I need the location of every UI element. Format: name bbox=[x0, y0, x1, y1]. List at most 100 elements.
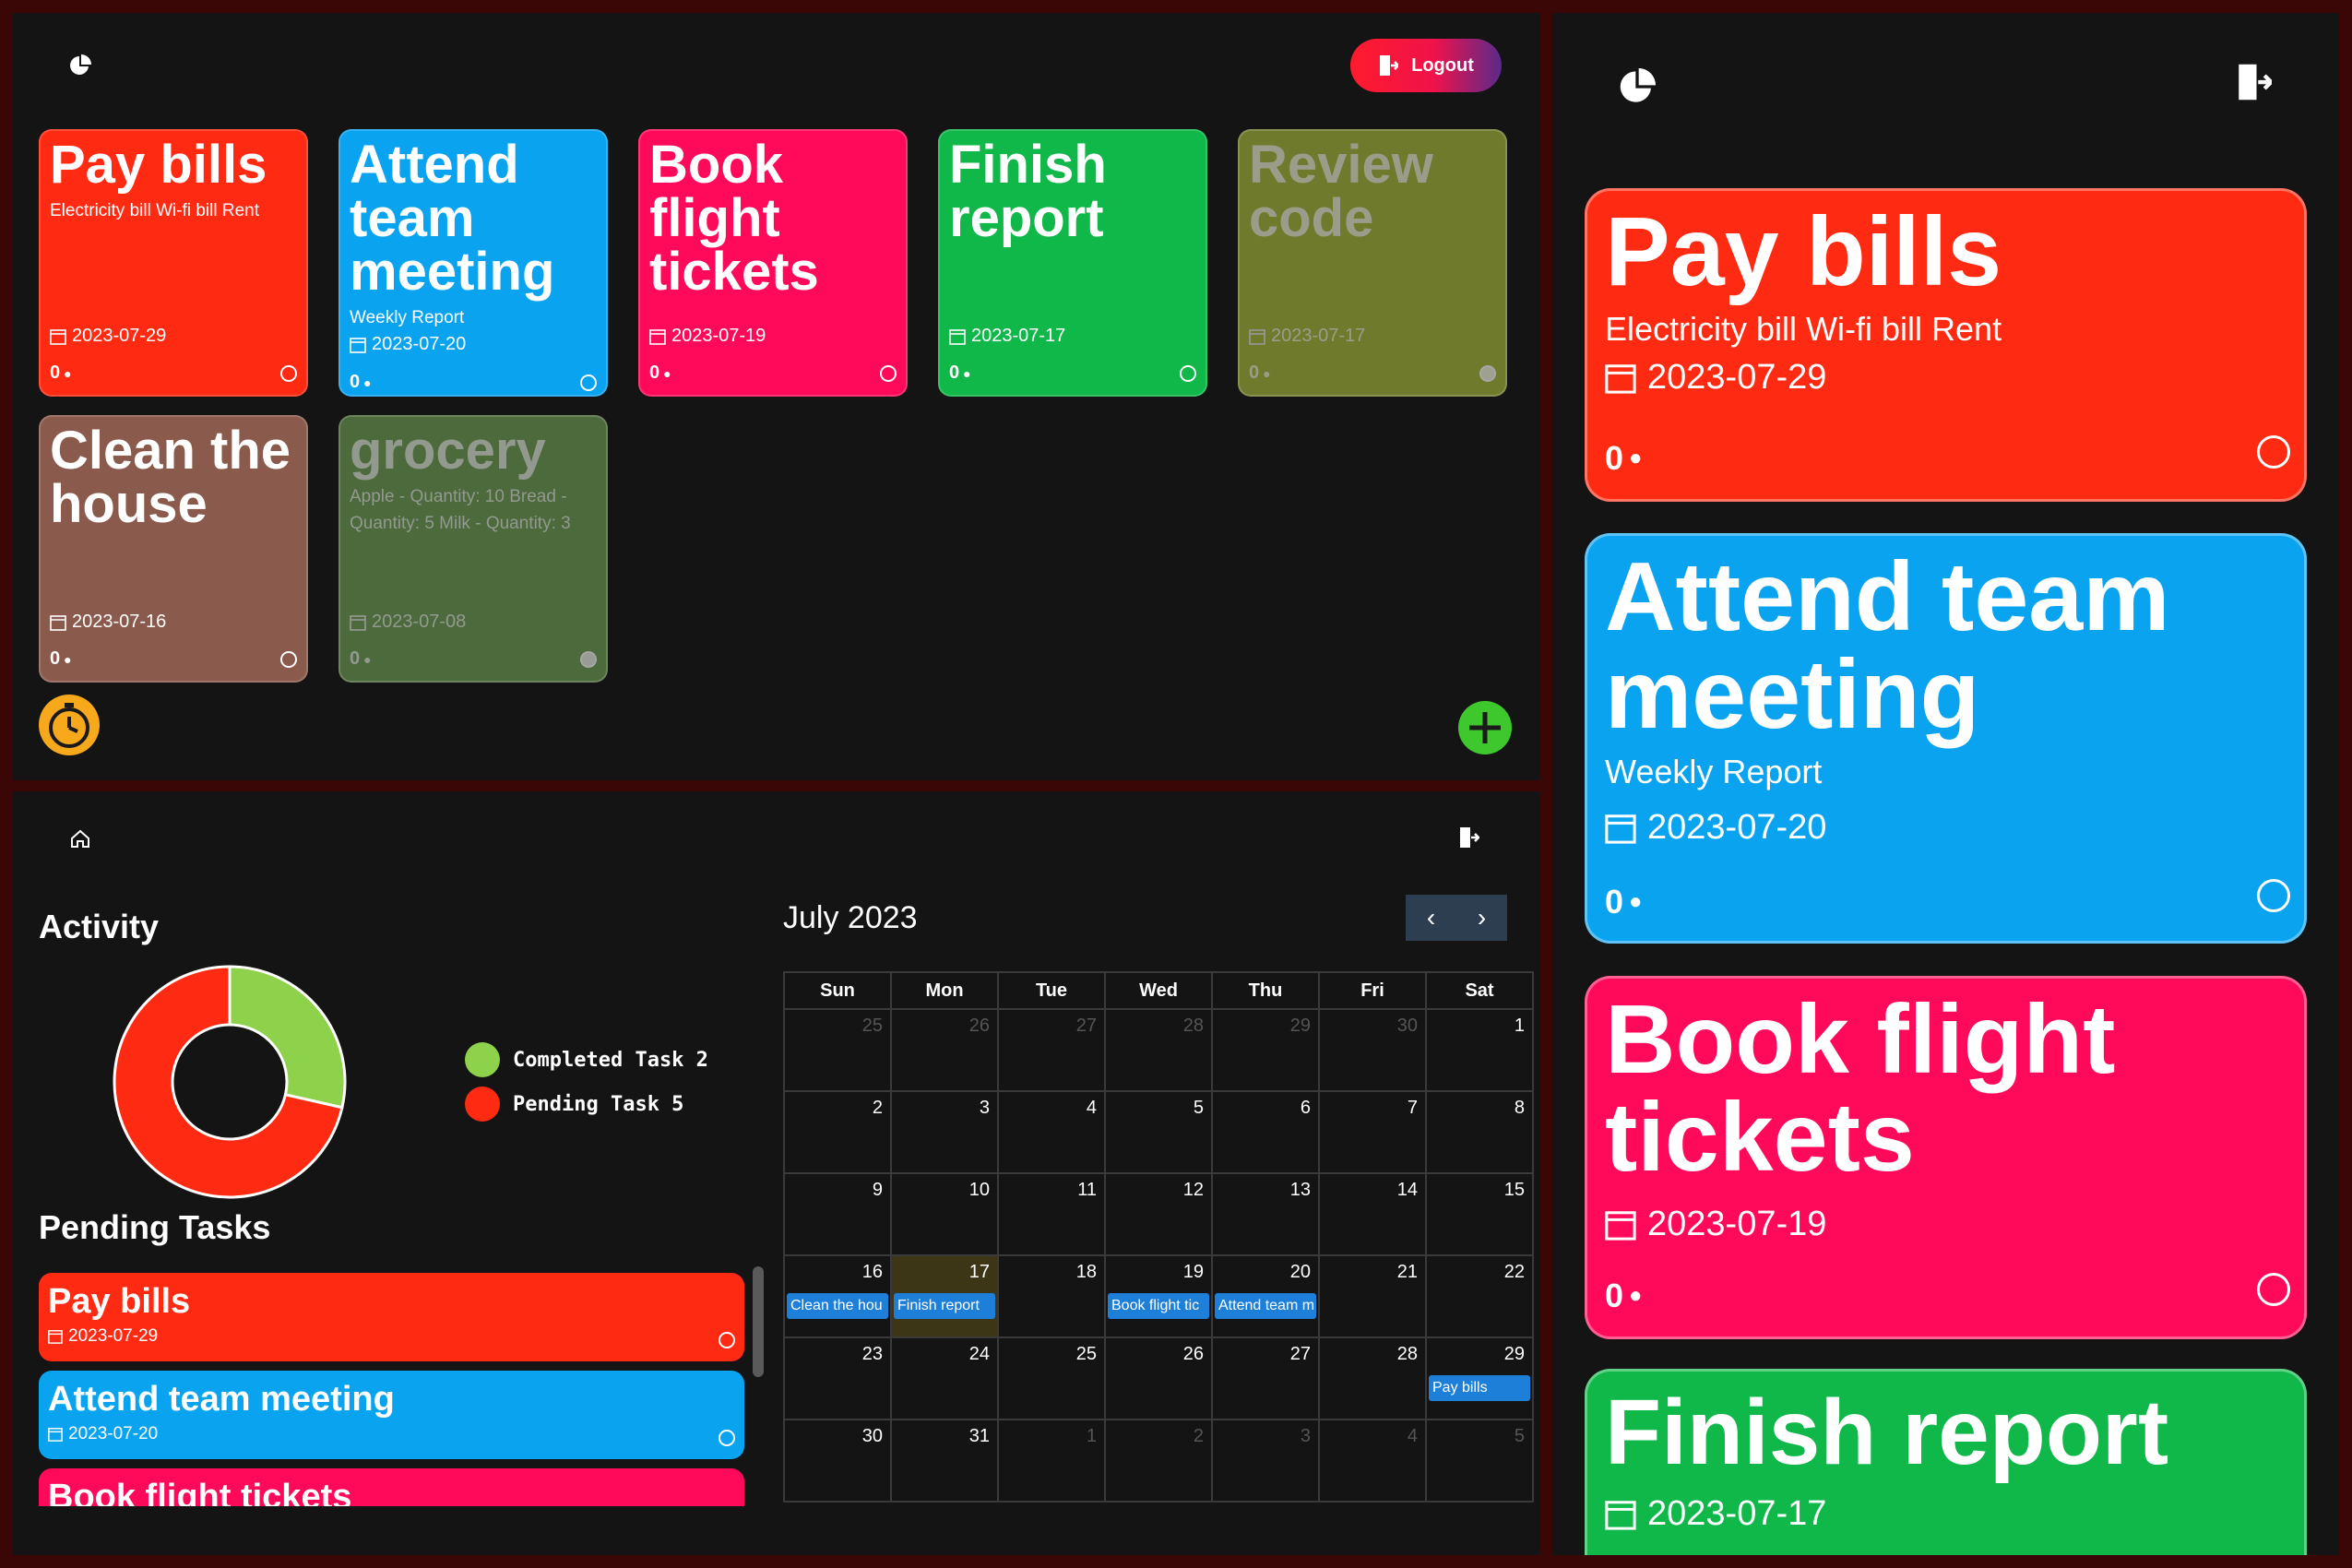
calendar-day-cell[interactable]: 4 bbox=[997, 1090, 1106, 1174]
calendar-day-cell[interactable]: 29 Pay bills bbox=[1425, 1336, 1534, 1420]
complete-checkbox[interactable] bbox=[719, 1332, 735, 1348]
calendar-day-cell[interactable]: 30 bbox=[1318, 1008, 1427, 1092]
calendar-day-cell[interactable]: 14 bbox=[1318, 1172, 1427, 1256]
calendar-day-cell[interactable]: 5 bbox=[1104, 1090, 1213, 1174]
calendar-day-cell[interactable]: 13 bbox=[1211, 1172, 1320, 1256]
calendar-icon bbox=[50, 614, 66, 631]
complete-checkbox[interactable] bbox=[580, 374, 597, 391]
complete-checkbox[interactable] bbox=[2257, 1273, 2290, 1306]
calendar-day-cell[interactable]: 25 bbox=[997, 1336, 1106, 1420]
calendar-day-cell[interactable]: 20 Attend team m bbox=[1211, 1254, 1320, 1338]
day-number: 28 bbox=[1182, 1016, 1204, 1036]
calendar-day-cell[interactable]: 17 Finish report bbox=[890, 1254, 999, 1338]
calendar-day-cell[interactable]: 31 bbox=[890, 1419, 999, 1503]
calendar-day-cell[interactable]: 22 bbox=[1425, 1254, 1534, 1338]
calendar-next-button[interactable]: › bbox=[1456, 895, 1507, 941]
task-card-completed[interactable]: Review code 2023-07-17 0 ● bbox=[1238, 129, 1507, 397]
calendar-day-cell[interactable]: 27 bbox=[997, 1008, 1106, 1092]
add-task-button[interactable] bbox=[1458, 701, 1512, 754]
calendar-event[interactable]: Attend team m bbox=[1215, 1293, 1316, 1319]
logout-label: Logout bbox=[1411, 54, 1474, 76]
calendar-day-cell[interactable]: 18 bbox=[997, 1254, 1106, 1338]
complete-checkbox[interactable] bbox=[719, 1430, 735, 1446]
pending-tasks-title: Pending Tasks bbox=[39, 1208, 271, 1246]
pie-chart-icon[interactable] bbox=[69, 54, 91, 77]
day-number: 27 bbox=[1289, 1344, 1311, 1364]
complete-checkbox[interactable] bbox=[280, 365, 297, 382]
calendar-day-cell[interactable]: 5 bbox=[1425, 1419, 1534, 1503]
calendar-day-cell[interactable]: 28 bbox=[1318, 1336, 1427, 1420]
calendar-event[interactable]: Book flight tic bbox=[1108, 1293, 1209, 1319]
task-card[interactable]: Clean the house 2023-07-16 0 ● bbox=[39, 415, 308, 683]
calendar-day-cell[interactable]: 6 bbox=[1211, 1090, 1320, 1174]
calendar-day-cell[interactable]: 3 bbox=[1211, 1419, 1320, 1503]
task-card[interactable]: Pay bills Electricity bill Wi-fi bill Re… bbox=[39, 129, 308, 397]
calendar-day-cell[interactable]: 2 bbox=[783, 1090, 892, 1174]
complete-checkbox[interactable] bbox=[1479, 365, 1496, 382]
calendar-icon bbox=[1605, 1500, 1636, 1530]
task-description: Weekly Report bbox=[350, 308, 465, 327]
task-card[interactable]: Finish report 2023-07-17 0 ● bbox=[938, 129, 1207, 397]
calendar-day-cell[interactable]: 27 bbox=[1211, 1336, 1320, 1420]
calendar-prev-button[interactable]: ‹ bbox=[1406, 895, 1456, 941]
task-card-large[interactable]: Book flight tickets 2023-07-19 0 ● bbox=[1585, 976, 2307, 1339]
task-date: 2023-07-29 bbox=[1605, 358, 2287, 398]
mobile-panel: Pay bills Electricity bill Wi-fi bill Re… bbox=[1552, 13, 2339, 1555]
task-card-completed[interactable]: grocery Apple - Quantity: 10 Bread - Qua… bbox=[339, 415, 608, 683]
logout-button[interactable]: Logout bbox=[1350, 39, 1502, 92]
calendar-day-cell[interactable]: 10 bbox=[890, 1172, 999, 1256]
calendar-day-cell[interactable]: 9 bbox=[783, 1172, 892, 1256]
complete-checkbox[interactable] bbox=[2257, 435, 2290, 469]
calendar-day-cell[interactable]: 3 bbox=[890, 1090, 999, 1174]
complete-checkbox[interactable] bbox=[580, 651, 597, 668]
home-icon[interactable] bbox=[70, 828, 90, 849]
calendar-day-cell[interactable]: 26 bbox=[890, 1008, 999, 1092]
calendar-day-cell[interactable]: 15 bbox=[1425, 1172, 1534, 1256]
day-number: 25 bbox=[861, 1016, 883, 1036]
calendar-day-cell[interactable]: 19 Book flight tic bbox=[1104, 1254, 1213, 1338]
logout-door-icon[interactable] bbox=[2235, 63, 2272, 101]
calendar-day-cell[interactable]: 25 bbox=[783, 1008, 892, 1092]
calendar-event[interactable]: Clean the hou bbox=[787, 1293, 888, 1319]
calendar-day-cell[interactable]: 11 bbox=[997, 1172, 1106, 1256]
calendar-day-cell[interactable]: 12 bbox=[1104, 1172, 1213, 1256]
complete-checkbox[interactable] bbox=[2257, 879, 2290, 912]
task-card-large[interactable]: Pay bills Electricity bill Wi-fi bill Re… bbox=[1585, 188, 2307, 502]
complete-checkbox[interactable] bbox=[880, 365, 897, 382]
calendar-day-cell[interactable]: 21 bbox=[1318, 1254, 1427, 1338]
pending-task-item[interactable]: Pay bills 2023-07-29 bbox=[39, 1273, 744, 1361]
calendar-day-cell[interactable]: 23 bbox=[783, 1336, 892, 1420]
calendar-day-cell[interactable]: 28 bbox=[1104, 1008, 1213, 1092]
calendar-icon bbox=[1249, 328, 1265, 345]
calendar-day-cell[interactable]: 16 Clean the hou bbox=[783, 1254, 892, 1338]
pending-task-item[interactable]: Book flight tickets bbox=[39, 1468, 744, 1506]
task-card[interactable]: Book flight tickets 2023-07-19 0 ● bbox=[638, 129, 908, 397]
calendar-day-cell[interactable]: 29 bbox=[1211, 1008, 1320, 1092]
calendar-day-cell[interactable]: 1 bbox=[997, 1419, 1106, 1503]
calendar-day-cell[interactable]: 1 bbox=[1425, 1008, 1534, 1092]
task-description: Electricity bill Wi-fi bill Rent bbox=[1605, 310, 2002, 348]
task-card-large[interactable]: Finish report 2023-07-17 bbox=[1585, 1369, 2307, 1555]
pending-list-scrollbar[interactable] bbox=[753, 1266, 764, 1377]
complete-checkbox[interactable] bbox=[280, 651, 297, 668]
task-card-large[interactable]: Attend team meeting Weekly Report 2023-0… bbox=[1585, 533, 2307, 944]
calendar-day-cell[interactable]: 2 bbox=[1104, 1419, 1213, 1503]
logout-door-icon[interactable] bbox=[1457, 826, 1479, 849]
calendar-event[interactable]: Pay bills bbox=[1429, 1375, 1530, 1401]
pending-task-item[interactable]: Attend team meeting 2023-07-20 bbox=[39, 1371, 744, 1459]
calendar-event[interactable]: Finish report bbox=[894, 1293, 995, 1319]
task-count: 0 ● bbox=[350, 648, 372, 669]
calendar-day-cell[interactable]: 26 bbox=[1104, 1336, 1213, 1420]
stopwatch-button[interactable] bbox=[39, 695, 100, 755]
calendar-day-cell[interactable]: 7 bbox=[1318, 1090, 1427, 1174]
calendar-icon bbox=[1605, 363, 1636, 394]
calendar-day-cell[interactable]: 30 bbox=[783, 1419, 892, 1503]
day-number: 23 bbox=[861, 1344, 883, 1364]
pie-chart-icon[interactable] bbox=[1619, 68, 1656, 105]
calendar-day-cell[interactable]: 4 bbox=[1318, 1419, 1427, 1503]
calendar-day-cell[interactable]: 24 bbox=[890, 1336, 999, 1420]
calendar-day-cell[interactable]: 8 bbox=[1425, 1090, 1534, 1174]
pending-task-list[interactable]: Pay bills 2023-07-29 Attend team meeting… bbox=[13, 1262, 769, 1506]
complete-checkbox[interactable] bbox=[1180, 365, 1196, 382]
task-card[interactable]: Attend team meeting Weekly Report 2023-0… bbox=[339, 129, 608, 397]
